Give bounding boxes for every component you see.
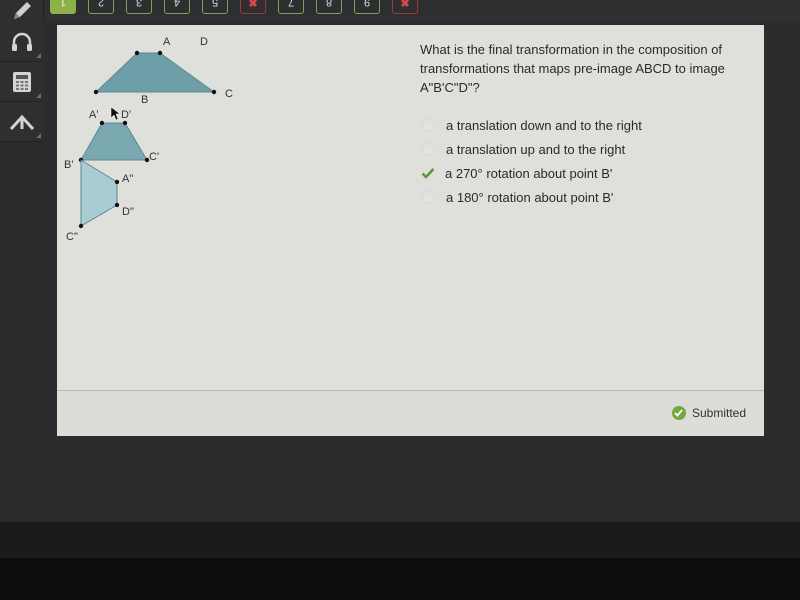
- calculator-button[interactable]: [0, 62, 44, 102]
- side-toolbar: [0, 22, 44, 142]
- label-C: C: [225, 88, 233, 100]
- question-tab-6[interactable]: ✖: [240, 0, 266, 14]
- question-tab-10[interactable]: ✖: [392, 0, 418, 14]
- question-tab-5[interactable]: 5: [202, 0, 228, 14]
- preimage-ABCD: [94, 52, 216, 93]
- label-A-double-prime: A": [122, 173, 133, 185]
- question-text: What is the final transformation in the …: [420, 42, 725, 95]
- pencil-tool-button[interactable]: [0, 0, 44, 22]
- label-C-prime: C': [149, 151, 159, 163]
- check-circle-icon: [671, 406, 686, 420]
- question-tabs: 1 2 3 4 5 ✖ 7 8 9 ✖: [50, 0, 430, 14]
- laptop-base: [0, 558, 800, 600]
- vertex-A: [134, 50, 140, 56]
- label-A-prime: A': [89, 109, 98, 121]
- laptop-bezel: [0, 522, 800, 558]
- label-C-double-prime: C": [66, 231, 78, 243]
- question-tab-4[interactable]: 4: [164, 0, 190, 14]
- radio-button[interactable]: [422, 142, 435, 156]
- image-A2B1C2D2: [80, 159, 118, 227]
- option-label: a translation up and to the right: [446, 141, 626, 157]
- option-label: a 180° rotation about point B': [446, 189, 614, 205]
- vertex-D: [157, 50, 163, 56]
- calculator-icon: [13, 71, 31, 92]
- vertex-B: [93, 89, 99, 95]
- checkmark-icon: [421, 167, 437, 179]
- reference-arrow-icon: [9, 114, 35, 130]
- transformation-figure: A D C B A' D' C' B' A" D" C": [64, 36, 233, 243]
- reference-button[interactable]: [0, 102, 44, 142]
- question-tab-9[interactable]: 9: [354, 0, 380, 14]
- answer-option-4[interactable]: a 180° rotation about point B': [420, 185, 642, 209]
- question-content: A D C B A' D' C' B' A" D" C" What is the…: [57, 25, 764, 390]
- panel-footer: Submitted: [57, 391, 764, 436]
- option-label: a 270° rotation about point B': [445, 165, 613, 181]
- status-label: Submitted: [691, 406, 746, 420]
- label-D-double-prime: D": [122, 206, 134, 218]
- question-tab-2[interactable]: 2: [88, 0, 114, 14]
- answer-options: a translation down and to the right a tra…: [420, 113, 642, 209]
- question-tab-7[interactable]: 7: [278, 0, 304, 14]
- answer-option-1[interactable]: a translation down and to the right: [420, 113, 642, 137]
- audio-button[interactable]: [0, 22, 44, 62]
- option-label: a translation down and to the right: [446, 117, 642, 133]
- label-D-prime: D': [121, 109, 131, 121]
- question-nav-bar: 1 2 3 4 5 ✖ 7 8 9 ✖: [0, 0, 800, 22]
- image-A1B1C1D1: [80, 122, 148, 161]
- question-tab-3[interactable]: 3: [126, 0, 152, 14]
- question-panel: A D C B A' D' C' B' A" D" C" What is the…: [57, 25, 764, 436]
- submitted-status: Submitted: [671, 406, 746, 420]
- answer-option-2[interactable]: a translation up and to the right: [420, 137, 642, 161]
- answer-option-3[interactable]: a 270° rotation about point B': [420, 161, 642, 185]
- label-A: A: [163, 36, 171, 48]
- radio-button[interactable]: [422, 190, 435, 204]
- label-D: D: [200, 36, 208, 48]
- pencil-icon: [13, 2, 31, 19]
- mouse-cursor-icon: [110, 106, 121, 121]
- headphones-icon: [12, 32, 32, 51]
- question-tab-1[interactable]: 1: [50, 0, 76, 14]
- label-B: B: [141, 94, 148, 106]
- label-B-prime: B': [64, 159, 73, 171]
- radio-button[interactable]: [422, 118, 435, 132]
- question-tab-8[interactable]: 8: [316, 0, 342, 14]
- vertex-C: [211, 89, 217, 95]
